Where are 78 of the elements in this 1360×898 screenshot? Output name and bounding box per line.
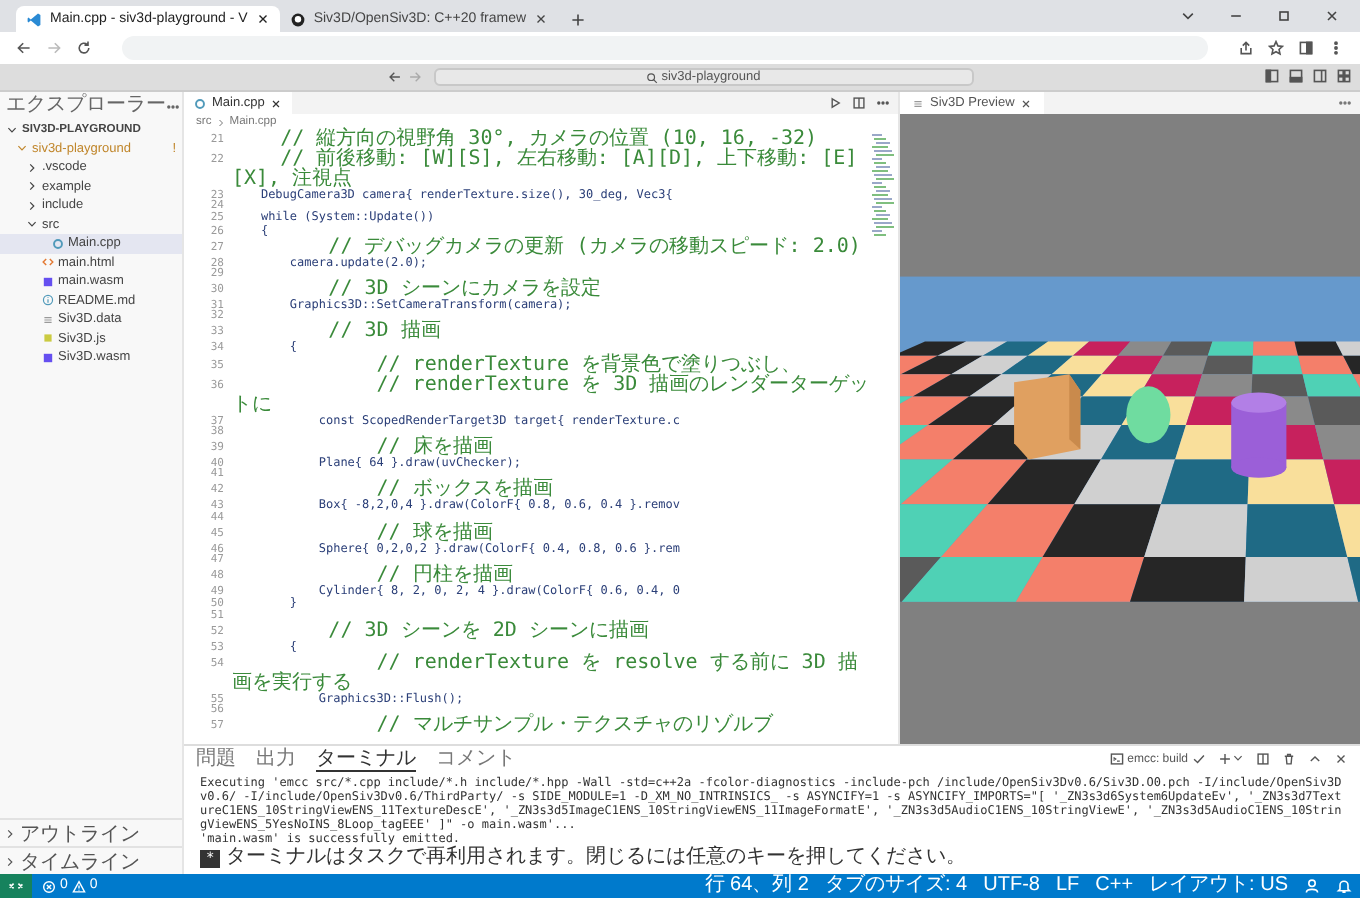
status-item[interactable]: C++	[1087, 874, 1142, 898]
remote-indicator[interactable]	[0, 874, 32, 898]
terminal-message: ターミナルはタスクで再利用されます。閉じるには任意のキーを押してください。	[226, 846, 967, 870]
more-actions-icon[interactable]	[166, 99, 180, 113]
panel-tab[interactable]: 出力	[256, 747, 296, 771]
reload-icon[interactable]	[76, 40, 92, 56]
error-icon	[42, 879, 56, 893]
file-icon	[52, 237, 64, 250]
run-icon[interactable]	[828, 96, 842, 110]
notification-bell-icon[interactable]	[1336, 878, 1352, 894]
panel-tab[interactable]: コメント	[436, 747, 516, 771]
new-tab-icon[interactable]	[570, 12, 587, 28]
back-icon[interactable]	[16, 40, 32, 56]
share-icon[interactable]	[1238, 40, 1254, 56]
sidebar-toggle-icon[interactable]	[1264, 68, 1280, 84]
file-icon	[194, 97, 206, 109]
site-icon	[289, 11, 306, 27]
side-panel-icon[interactable]	[1298, 40, 1314, 56]
code-comment: // デバッグカメラの更新 (カメラの移動スピード: 2.0)	[328, 237, 863, 258]
close-icon[interactable]	[1324, 8, 1340, 24]
status-item[interactable]: 行 64、列 2	[696, 874, 817, 898]
remote-icon	[8, 878, 24, 894]
file-icon	[42, 256, 54, 269]
account-icon[interactable]	[1304, 878, 1320, 894]
close-icon[interactable]	[1020, 97, 1033, 109]
panel-tab[interactable]: 問題	[196, 747, 236, 771]
customize-layout-icon[interactable]	[1336, 68, 1352, 84]
panel-toggle-icon[interactable]	[1288, 68, 1304, 84]
maximize-icon[interactable]	[1276, 8, 1292, 24]
code-comment: // 前後移動: [W][S], 左右移動: [A][D], 上下移動: [E][X], 注視点	[232, 150, 860, 190]
status-item[interactable]: UTF-8	[975, 874, 1048, 898]
split-terminal-icon[interactable]	[1256, 752, 1270, 766]
chevron-down-icon[interactable]	[1180, 8, 1196, 24]
trash-icon[interactable]	[1282, 752, 1296, 766]
file-icon	[42, 275, 54, 288]
code-comment: // 3D シーンを 2D シーンに描画	[326, 621, 651, 642]
bookmark-star-icon[interactable]	[1268, 40, 1284, 56]
site-icon	[26, 11, 42, 27]
code-comment: // renderTexture を resolve する前に 3D 描画を実行する	[232, 653, 860, 694]
back-icon[interactable]	[387, 70, 401, 84]
code-comment: // 縦方向の視野角 30°, カメラの位置 (10, 16, -32)	[278, 130, 820, 150]
code-comment: // マルチサンプル・テクスチャのリゾルブ	[374, 716, 775, 737]
split-editor-icon[interactable]	[852, 96, 866, 110]
code-comment: // renderTexture を背景色で塗りつぶし、	[374, 355, 802, 376]
check-icon	[1192, 752, 1206, 766]
code-comment: // 3D 描画	[326, 322, 443, 343]
terminal-icon	[1109, 752, 1124, 766]
chevron-up-icon[interactable]	[1308, 752, 1322, 766]
menu-icon[interactable]	[1328, 40, 1344, 56]
file-icon	[42, 294, 54, 307]
code-comment: // 球を描画	[374, 523, 493, 544]
code-comment: // 床を描画	[376, 438, 493, 459]
panel-tab[interactable]: ターミナル	[316, 747, 416, 771]
secondary-sidebar-icon[interactable]	[1312, 68, 1328, 84]
code-comment: // 円柱を描画	[376, 565, 513, 586]
code-comment: // renderTexture を 3D 描画のレンダーターゲットに	[232, 375, 870, 416]
more-actions-icon[interactable]	[1338, 96, 1352, 110]
status-item[interactable]: LF	[1047, 874, 1088, 898]
plus-icon[interactable]	[1218, 752, 1232, 766]
more-actions-icon[interactable]	[876, 96, 890, 110]
chevron-icon	[215, 117, 226, 127]
close-icon[interactable]	[1334, 752, 1348, 766]
file-icon	[42, 313, 54, 326]
chevron-icon	[4, 855, 16, 867]
status-item[interactable]: タブのサイズ: 4	[817, 874, 976, 898]
close-icon[interactable]	[270, 97, 283, 109]
file-icon	[912, 97, 924, 109]
close-icon[interactable]	[255, 12, 270, 26]
sidebar-title: エクスプローラー	[6, 94, 166, 118]
warning-icon	[71, 879, 86, 893]
chevron-down-icon[interactable]	[1232, 752, 1244, 764]
sidebar-section-header[interactable]: アウトライン	[0, 818, 182, 846]
chevron-icon	[4, 827, 16, 839]
code-comment: // ボックスを描画	[376, 480, 553, 501]
code-comment: // 3D シーンにカメラを設定	[328, 280, 603, 301]
status-item[interactable]: レイアウト: US	[1141, 874, 1296, 898]
close-icon[interactable]	[534, 12, 549, 26]
search-icon	[645, 71, 658, 83]
